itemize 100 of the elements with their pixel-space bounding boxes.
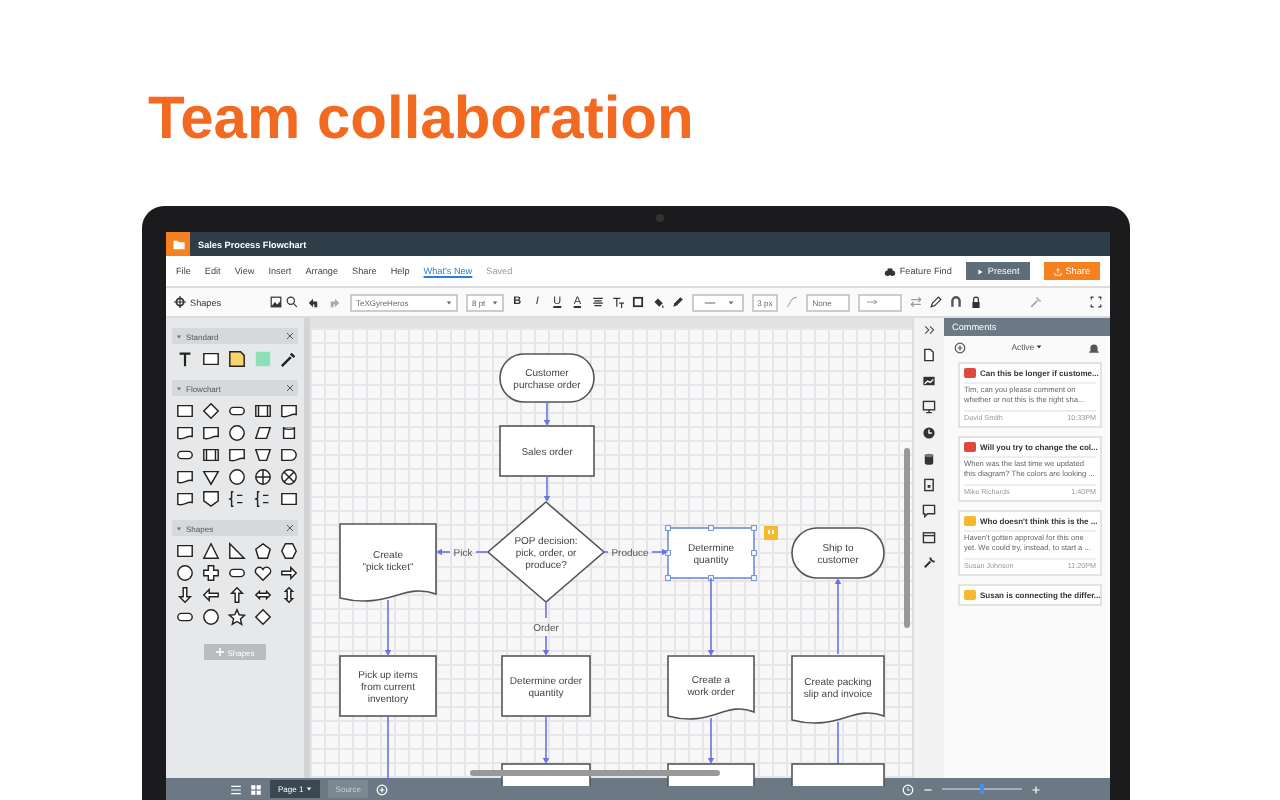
close-icon[interactable] <box>286 384 294 392</box>
shapes-icon <box>174 296 186 308</box>
align-icon[interactable] <box>591 296 604 308</box>
pentagon-icon[interactable] <box>254 542 272 560</box>
parallelogram-icon[interactable] <box>254 424 272 442</box>
eyedropper-icon[interactable] <box>280 350 298 368</box>
magnet-icon[interactable] <box>950 296 963 308</box>
right-triangle-icon[interactable] <box>228 542 246 560</box>
brace-icon[interactable] <box>228 490 246 508</box>
rectangle-icon[interactable] <box>280 490 298 508</box>
wrench-icon[interactable] <box>922 556 936 570</box>
pill-icon[interactable] <box>176 608 194 626</box>
circle-plus-icon[interactable] <box>254 468 272 486</box>
caret-icon <box>1036 344 1043 350</box>
add-page-icon[interactable] <box>376 783 389 795</box>
terminal-shape[interactable] <box>791 527 885 579</box>
circle-icon[interactable] <box>228 468 246 486</box>
close-icon[interactable] <box>286 332 294 340</box>
delay-icon[interactable] <box>280 446 298 464</box>
text-icon[interactable] <box>176 350 194 368</box>
history-icon[interactable] <box>902 783 914 795</box>
scrollbar[interactable] <box>904 448 910 628</box>
note-icon[interactable] <box>228 350 246 368</box>
connector <box>542 715 550 764</box>
process-box[interactable] <box>667 527 755 579</box>
bell-icon[interactable] <box>1087 341 1100 353</box>
pen-icon[interactable] <box>671 296 684 308</box>
left-arrow-icon[interactable] <box>202 586 220 604</box>
double-rectangle-icon[interactable] <box>202 446 220 464</box>
process-box[interactable] <box>791 763 885 786</box>
document-shape[interactable] <box>667 655 755 720</box>
cylinder-icon[interactable] <box>922 452 936 466</box>
fullscreen-icon[interactable] <box>1090 296 1103 308</box>
cross-icon[interactable] <box>202 564 220 582</box>
swap-icon[interactable] <box>910 296 923 308</box>
vertical-double-arrow-icon[interactable] <box>280 586 298 604</box>
zoom-out-icon[interactable] <box>922 783 934 795</box>
screen-icon[interactable] <box>922 400 936 414</box>
down-arrow-icon[interactable] <box>176 586 194 604</box>
pill-icon[interactable] <box>176 446 194 464</box>
pill-icon[interactable] <box>228 402 246 420</box>
hexagon-icon[interactable] <box>280 542 298 560</box>
upload-icon <box>1053 267 1062 275</box>
down-triangle-icon[interactable] <box>202 468 220 486</box>
decision-diamond[interactable] <box>486 500 606 604</box>
circle-icon[interactable] <box>202 608 220 626</box>
lock-icon[interactable] <box>970 296 983 308</box>
brace-icon[interactable] <box>254 490 272 508</box>
pill-icon[interactable] <box>228 564 246 582</box>
cylinder-icon[interactable] <box>280 424 298 442</box>
text-format-icon[interactable] <box>611 296 624 308</box>
shield-icon[interactable] <box>202 490 220 508</box>
process-box[interactable] <box>339 655 437 717</box>
scrollbar[interactable] <box>470 770 720 776</box>
clock-icon[interactable] <box>922 426 936 440</box>
document-shape[interactable] <box>339 523 437 602</box>
undo-icon[interactable] <box>306 295 320 309</box>
circle-icon[interactable] <box>176 564 194 582</box>
pencil-icon[interactable] <box>930 296 943 308</box>
connector <box>837 721 839 765</box>
list-icon[interactable] <box>230 783 242 795</box>
fill-bucket-icon[interactable] <box>651 296 664 308</box>
comment-icon[interactable] <box>922 504 936 518</box>
up-arrow-icon[interactable] <box>228 586 246 604</box>
border-icon[interactable] <box>631 296 644 308</box>
arrow-icon <box>864 298 881 306</box>
grid-icon[interactable] <box>250 783 262 795</box>
rectangle-icon[interactable] <box>202 350 220 368</box>
heart-icon[interactable] <box>254 564 272 582</box>
zoom-in-icon[interactable] <box>1030 783 1042 795</box>
search-icon[interactable] <box>286 296 298 308</box>
circle-icon[interactable] <box>228 424 246 442</box>
add-comment-icon[interactable] <box>954 341 966 353</box>
page-icon[interactable] <box>922 348 936 362</box>
double-rectangle-icon[interactable] <box>254 402 272 420</box>
circle-x-icon[interactable] <box>280 468 298 486</box>
star-icon[interactable] <box>228 608 246 626</box>
image-icon[interactable] <box>270 296 282 308</box>
image-icon[interactable] <box>922 374 936 388</box>
rectangle-icon[interactable] <box>176 542 194 560</box>
close-icon[interactable] <box>286 524 294 532</box>
terminal-shape[interactable] <box>499 353 595 403</box>
process-box[interactable] <box>501 655 591 717</box>
connector <box>436 548 451 556</box>
process-box[interactable] <box>499 425 595 477</box>
right-arrow-icon[interactable] <box>280 564 298 582</box>
document-shape[interactable] <box>791 655 885 724</box>
box-icon[interactable] <box>922 478 936 492</box>
diamond-icon[interactable] <box>254 608 272 626</box>
calendar-icon[interactable] <box>922 530 936 544</box>
connector <box>384 599 392 656</box>
trapezoid-icon[interactable] <box>254 446 272 464</box>
connector <box>543 401 551 426</box>
rectangle-icon[interactable] <box>176 402 194 420</box>
triangle-icon[interactable] <box>202 542 220 560</box>
connector <box>651 548 668 556</box>
document-icon[interactable] <box>280 402 298 420</box>
double-arrow-icon[interactable] <box>254 586 272 604</box>
collapse-icon[interactable] <box>923 324 935 336</box>
diamond-icon[interactable] <box>202 402 220 420</box>
